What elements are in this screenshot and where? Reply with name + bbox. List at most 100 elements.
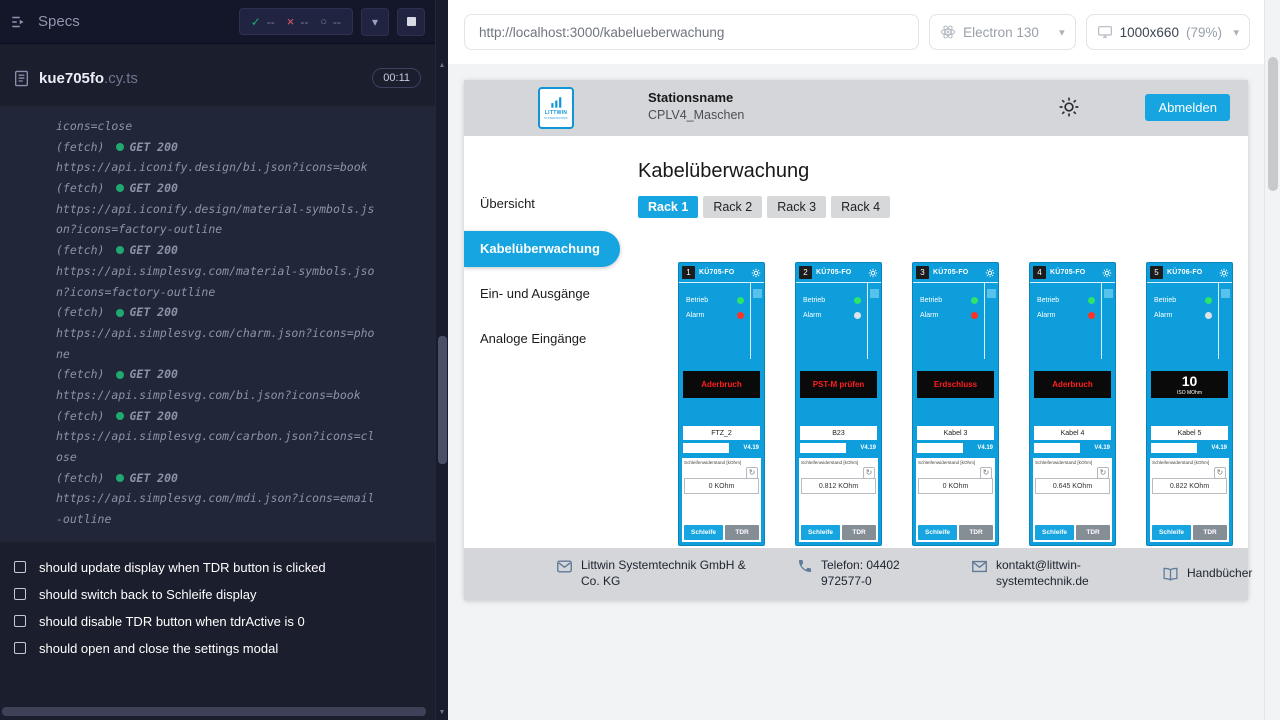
tab-rack-2[interactable]: Rack 2 bbox=[703, 196, 762, 218]
settings-gear-icon[interactable] bbox=[1058, 96, 1080, 118]
cable-name: Kabel 3 bbox=[917, 426, 994, 440]
reporter-scrollbar[interactable]: ▲ ▼ bbox=[435, 0, 448, 720]
stop-button[interactable] bbox=[397, 8, 425, 36]
station-block: Stationsname CPLV4_Maschen bbox=[648, 90, 744, 122]
app-body: Übersicht Kabelüberwachung Ein- und Ausgän… bbox=[464, 136, 1248, 600]
response-status: GET 200 bbox=[129, 240, 177, 261]
measurement-buttons: SchleifeTDR bbox=[918, 525, 993, 540]
device-settings-icon[interactable] bbox=[1219, 268, 1229, 278]
firmware-version: V4.19 bbox=[743, 445, 759, 451]
tdr-button[interactable]: TDR bbox=[1193, 525, 1227, 540]
log-request-line: (fetch)GET 200 bbox=[56, 406, 423, 427]
collapse-button[interactable]: ▾ bbox=[361, 8, 389, 36]
refresh-button[interactable]: ↻ bbox=[863, 467, 875, 479]
schleife-button[interactable]: Schleife bbox=[684, 525, 723, 540]
logout-button[interactable]: Abmelden bbox=[1145, 94, 1230, 121]
station-label: Stationsname bbox=[648, 90, 744, 105]
measurement-label: Schleifenwiderstand [kOhm] bbox=[1035, 460, 1110, 465]
device-status-display: PST-M prüfen bbox=[800, 371, 877, 398]
browser-select[interactable]: Electron 130 ▾ bbox=[929, 14, 1076, 50]
device-cards-row: 1KÜ705-FOBetriebAlarmAderbruchFTZ_2V4.19… bbox=[678, 262, 1248, 546]
schleife-button[interactable]: Schleife bbox=[1152, 525, 1191, 540]
horizontal-scrollbar-thumb[interactable] bbox=[2, 707, 426, 716]
device-side-column bbox=[867, 283, 881, 359]
alarm-led bbox=[854, 312, 861, 319]
reporter-scrollbar-thumb[interactable] bbox=[438, 336, 447, 464]
window: Specs ✓-- ×-- ○-- ▾ kue705fo.cy.ts 00:11… bbox=[0, 0, 1280, 720]
spec-file-row[interactable]: kue705fo.cy.ts 00:11 bbox=[0, 60, 435, 96]
device-status-display: Aderbruch bbox=[683, 371, 760, 398]
log-request-line: (fetch)GET 200 bbox=[56, 137, 423, 158]
tdr-button[interactable]: TDR bbox=[725, 525, 759, 540]
device-number-badge: 4 bbox=[1033, 266, 1046, 279]
window-scrollbar-thumb[interactable] bbox=[1268, 57, 1278, 191]
scroll-up-icon[interactable]: ▲ bbox=[436, 62, 448, 69]
tab-rack-1[interactable]: Rack 1 bbox=[638, 196, 698, 218]
version-box bbox=[917, 443, 963, 453]
tdr-button[interactable]: TDR bbox=[842, 525, 876, 540]
electron-icon bbox=[940, 24, 956, 40]
schleife-button[interactable]: Schleife bbox=[918, 525, 957, 540]
alarm-label: Alarm bbox=[803, 312, 821, 319]
sidebar-item-kabelueberwachung[interactable]: Kabelüberwachung bbox=[464, 231, 620, 267]
brand-subtitle: SYSTEMTECHNIK bbox=[544, 117, 568, 120]
device-model: KÜ705-FO bbox=[816, 269, 851, 276]
betrieb-row: Betrieb bbox=[803, 297, 861, 304]
measurement-value: 0.822 KOhm bbox=[1152, 478, 1227, 494]
device-settings-icon[interactable] bbox=[751, 268, 761, 278]
tdr-button[interactable]: TDR bbox=[959, 525, 993, 540]
test-item[interactable]: should switch back to Schleife display bbox=[0, 581, 435, 608]
response-status: GET 200 bbox=[129, 406, 177, 427]
refresh-button[interactable]: ↻ bbox=[980, 467, 992, 479]
response-status: GET 200 bbox=[129, 364, 177, 385]
fetch-tag: (fetch) bbox=[56, 178, 104, 199]
schleife-button[interactable]: Schleife bbox=[801, 525, 840, 540]
betrieb-led bbox=[1088, 297, 1095, 304]
sidebar-item-analoge-eingaenge[interactable]: Analoge Eingänge bbox=[464, 321, 620, 357]
cable-name: FTZ_2 bbox=[683, 426, 760, 440]
version-box bbox=[1151, 443, 1197, 453]
app-under-test: LITTWIN SYSTEMTECHNIK Stationsname CPLV4… bbox=[464, 80, 1248, 600]
betrieb-row: Betrieb bbox=[1037, 297, 1095, 304]
spec-file-icon bbox=[14, 70, 29, 87]
browser-area: http://localhost:3000/kabelueberwachung … bbox=[448, 0, 1264, 720]
request-url: https://api.simplesvg.com/material-symbo… bbox=[56, 261, 376, 302]
schleife-button[interactable]: Schleife bbox=[1035, 525, 1074, 540]
stat-pending: ○-- bbox=[320, 15, 341, 29]
network-log-entry: (fetch) GET 200https://api.simplesvg.com/… bbox=[56, 240, 423, 302]
fault-message: Aderbruch bbox=[701, 380, 741, 389]
test-item[interactable]: should update display when TDR button is… bbox=[0, 554, 435, 581]
alarm-row: Alarm bbox=[686, 312, 744, 319]
specs-menu-icon[interactable] bbox=[10, 13, 28, 31]
tdr-button[interactable]: TDR bbox=[1076, 525, 1110, 540]
status-dot-icon bbox=[116, 246, 124, 254]
sidebar-item-ein-und-ausgaenge[interactable]: Ein- und Ausgänge bbox=[464, 276, 620, 312]
fetch-tag: (fetch) bbox=[56, 240, 104, 261]
test-item[interactable]: should open and close the settings modal bbox=[0, 635, 435, 662]
horizontal-scrollbar[interactable] bbox=[2, 707, 426, 716]
refresh-button[interactable]: ↻ bbox=[746, 467, 758, 479]
device-settings-icon[interactable] bbox=[868, 268, 878, 278]
device-settings-icon[interactable] bbox=[1102, 268, 1112, 278]
measurement-value: 0.812 KOhm bbox=[801, 478, 876, 494]
scroll-down-icon[interactable]: ▼ bbox=[436, 709, 448, 716]
measurement-panel: Schleifenwiderstand [kOhm]↻0.812 KOhmSch… bbox=[799, 458, 878, 542]
tab-rack-4[interactable]: Rack 4 bbox=[831, 196, 890, 218]
viewport-select[interactable]: 1000x660 (79%) ▾ bbox=[1086, 14, 1250, 50]
station-name: CPLV4_Maschen bbox=[648, 108, 744, 122]
test-title: should disable TDR button when tdrActive… bbox=[39, 614, 305, 629]
refresh-button[interactable]: ↻ bbox=[1214, 467, 1226, 479]
footer-text: Telefon: 04402 972577-0 bbox=[821, 558, 933, 589]
refresh-button[interactable]: ↻ bbox=[1097, 467, 1109, 479]
betrieb-label: Betrieb bbox=[686, 297, 708, 304]
measurement-value: 0 KOhm bbox=[918, 478, 993, 494]
device-settings-icon[interactable] bbox=[985, 268, 995, 278]
sidebar-item-uebersicht[interactable]: Übersicht bbox=[464, 186, 620, 222]
url-bar[interactable]: http://localhost:3000/kabelueberwachung bbox=[464, 14, 919, 50]
app-header: LITTWIN SYSTEMTECHNIK Stationsname CPLV4… bbox=[464, 80, 1248, 136]
tab-rack-3[interactable]: Rack 3 bbox=[767, 196, 826, 218]
passed-count: -- bbox=[267, 15, 275, 29]
window-scrollbar[interactable] bbox=[1264, 0, 1280, 720]
footer-text: Handbücher bbox=[1187, 566, 1252, 582]
test-item[interactable]: should disable TDR button when tdrActive… bbox=[0, 608, 435, 635]
